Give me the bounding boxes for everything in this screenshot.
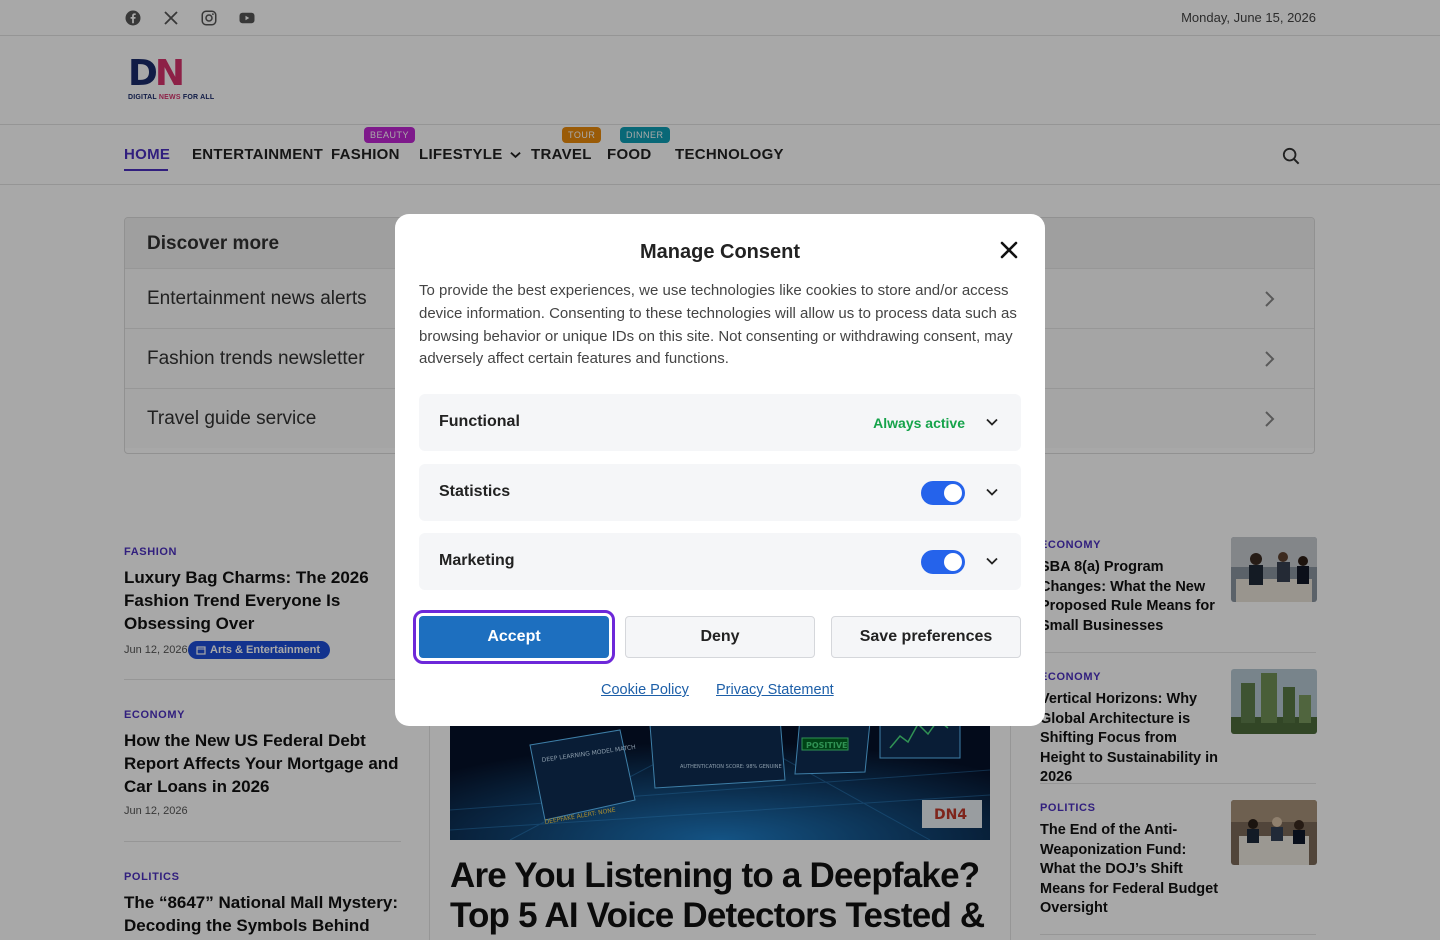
marketing-toggle[interactable] bbox=[921, 550, 965, 574]
consent-row-label: Functional bbox=[439, 413, 520, 430]
cookie-policy-link[interactable]: Cookie Policy bbox=[601, 682, 689, 698]
save-preferences-button[interactable]: Save preferences bbox=[831, 616, 1021, 658]
consent-title: Manage Consent bbox=[639, 241, 801, 263]
consent-row-statistics[interactable]: Statistics bbox=[419, 464, 1021, 521]
statistics-toggle[interactable] bbox=[921, 481, 965, 505]
consent-description: To provide the best experiences, we use … bbox=[419, 282, 1017, 368]
toggle-knob bbox=[944, 553, 962, 571]
consent-row-label: Marketing bbox=[439, 552, 515, 569]
close-icon[interactable] bbox=[999, 240, 1019, 260]
consent-row-functional[interactable]: Functional Always active bbox=[419, 394, 1021, 451]
accept-button[interactable]: Accept bbox=[413, 610, 615, 664]
chevron-down-icon[interactable] bbox=[985, 485, 999, 499]
toggle-knob bbox=[944, 484, 962, 502]
privacy-statement-link[interactable]: Privacy Statement bbox=[716, 682, 834, 698]
chevron-down-icon[interactable] bbox=[985, 554, 999, 568]
consent-row-label: Statistics bbox=[439, 483, 511, 500]
chevron-down-icon[interactable] bbox=[985, 415, 999, 429]
consent-dialog: Manage Consent To provide the best exper… bbox=[395, 214, 1045, 726]
always-active-status: Always active bbox=[873, 415, 965, 431]
consent-row-marketing[interactable]: Marketing bbox=[419, 533, 1021, 590]
deny-button[interactable]: Deny bbox=[625, 616, 815, 658]
